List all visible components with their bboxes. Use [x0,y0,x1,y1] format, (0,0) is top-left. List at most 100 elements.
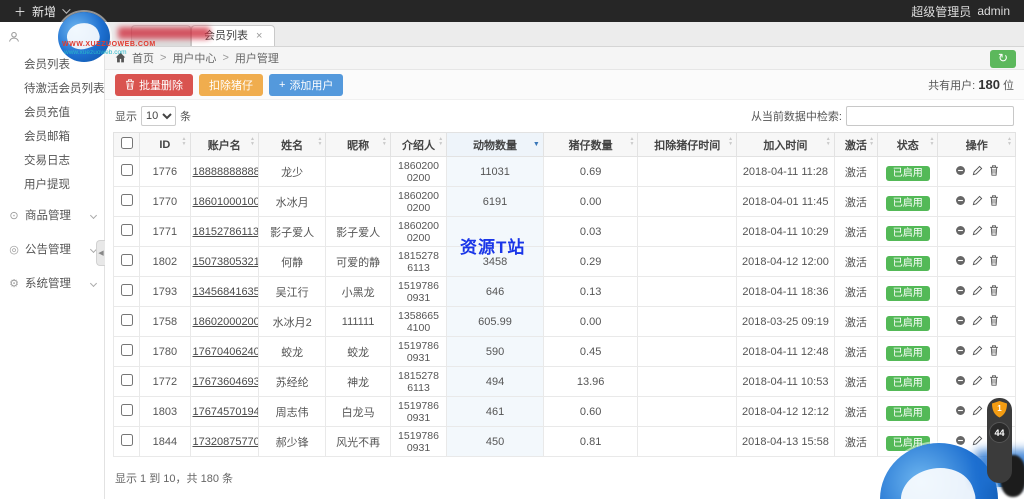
close-icon[interactable]: × [256,26,262,46]
row-checkbox[interactable] [121,224,133,236]
edit-user-icon[interactable] [972,315,983,329]
refresh-button[interactable]: ↻ [990,50,1016,68]
disable-user-icon[interactable] [955,375,966,389]
edit-user-icon[interactable] [972,255,983,269]
cell-animals: 3458 [447,247,544,277]
status-badge: 已启用 [886,406,930,421]
search-input[interactable] [846,106,1014,126]
col-header-nick[interactable]: 昵称▲▼ [326,133,390,157]
row-checkbox[interactable] [121,404,133,416]
col-header-piglets[interactable]: 猪仔数量▲▼ [543,133,638,157]
disable-user-icon[interactable] [955,285,966,299]
breadcrumb-user-center[interactable]: 用户中心 [172,50,216,66]
disable-user-icon[interactable] [955,255,966,269]
col-header-id[interactable]: ID▲▼ [140,133,190,157]
delete-user-icon[interactable] [989,345,999,359]
row-checkbox[interactable] [121,314,133,326]
disable-user-icon[interactable] [955,165,966,179]
sidebar-item-pending-members[interactable]: 待激活会员列表 [0,76,104,100]
sidebar-item-member-email[interactable]: 会员邮箱 [0,124,104,148]
cell-id: 1793 [140,277,190,307]
sidebar-collapse-handle[interactable]: ◀ [96,240,105,266]
col-header-name[interactable]: 姓名▲▼ [258,133,325,157]
col-header-deduct-time[interactable]: 扣除猪仔时间▲▼ [638,133,737,157]
account-link[interactable]: 17320875770 [193,436,259,448]
row-checkbox[interactable] [121,434,133,446]
col-header-account[interactable]: 账户名▲▼ [190,133,258,157]
browser-speed-widget[interactable]: 1 44 [987,398,1012,483]
sidebar-section-products[interactable]: ⊙ 商品管理 [0,200,104,230]
cell-piglets: 0.69 [543,157,638,187]
col-header-active[interactable]: 激活▲▼ [834,133,877,157]
row-checkbox[interactable] [121,344,133,356]
cell-deduct-time [638,397,737,427]
disable-user-icon[interactable] [955,315,966,329]
account-link[interactable]: 13456841635 [193,286,259,298]
page-size-select[interactable]: 10 [141,106,176,126]
tab-obscured[interactable] [131,25,191,46]
col-header-status[interactable]: 状态▲▼ [878,133,938,157]
cell-active: 激活 [834,337,877,367]
delete-user-icon[interactable] [989,165,999,179]
deduct-piglets-button[interactable]: 扣除猪仔 [199,74,263,96]
disable-user-icon[interactable] [955,435,966,449]
delete-user-icon[interactable] [989,195,999,209]
disable-user-icon[interactable] [955,225,966,239]
row-checkbox[interactable] [121,374,133,386]
sidebar-item-transaction-log[interactable]: 交易日志 [0,148,104,172]
sidebar-section-system[interactable]: ⚙ 系统管理 [0,268,104,298]
col-header-ops[interactable]: 操作▲▼ [938,133,1016,157]
edit-user-icon[interactable] [972,345,983,359]
breadcrumb-home[interactable]: 首页 [132,50,154,66]
sort-icon: ▲▼ [382,137,387,147]
col-header-animals[interactable]: 动物数量▼ [447,133,544,157]
batch-delete-button[interactable]: 批量删除 [115,74,193,96]
sort-icon: ▲▼ [317,137,322,147]
edit-user-icon[interactable] [972,435,983,449]
row-checkbox-cell [114,397,140,427]
cell-active: 激活 [834,247,877,277]
row-checkbox[interactable] [121,284,133,296]
account-link[interactable]: 18888888888 [193,166,259,178]
username-label[interactable]: admin [977,4,1010,18]
sidebar-item-member-list[interactable]: 会员列表 [0,52,104,76]
sidebar-item-user-withdraw[interactable]: 用户提现 [0,172,104,196]
delete-user-icon[interactable] [989,225,999,239]
add-user-button[interactable]: + 添加用户 [269,74,343,96]
topbar-add-menu[interactable]: ＋ 新增 [14,3,68,20]
row-checkbox[interactable] [121,254,133,266]
account-link[interactable]: 15073805321 [193,256,259,268]
col-header-join-time[interactable]: 加入时间▲▼ [737,133,835,157]
shield-count: 1 [992,404,1007,413]
disable-user-icon[interactable] [955,195,966,209]
edit-user-icon[interactable] [972,225,983,239]
delete-user-icon[interactable] [989,255,999,269]
edit-user-icon[interactable] [972,195,983,209]
edit-user-icon[interactable] [972,165,983,179]
account-link[interactable]: 17673604693 [193,376,259,388]
delete-user-icon[interactable] [989,375,999,389]
row-checkbox[interactable] [121,194,133,206]
account-link[interactable]: 18602000200 [193,316,259,328]
cell-name: 吴江行 [258,277,325,307]
edit-user-icon[interactable] [972,405,983,419]
table-header-row: ID▲▼ 账户名▲▼ 姓名▲▼ 昵称▲▼ 介绍人▲▼ 动物数量▼ 猪仔数量▲▼ … [114,133,1016,157]
account-link[interactable]: 17674570194 [193,406,259,418]
disable-user-icon[interactable] [955,345,966,359]
edit-user-icon[interactable] [972,375,983,389]
delete-user-icon[interactable] [989,285,999,299]
select-all-checkbox[interactable] [121,137,133,149]
edit-user-icon[interactable] [972,285,983,299]
col-header-introducer[interactable]: 介绍人▲▼ [390,133,446,157]
row-checkbox[interactable] [121,164,133,176]
disable-user-icon[interactable] [955,405,966,419]
account-link[interactable]: 17670406240 [193,346,259,358]
sidebar-member-section[interactable] [0,22,104,52]
sidebar-section-announcements[interactable]: ◎ 公告管理 [0,234,104,264]
delete-user-icon[interactable] [989,315,999,329]
prev-page-button[interactable]: 上一页 [934,466,987,490]
account-link[interactable]: 18152786113 [193,226,259,238]
tab-member-list[interactable]: 会员列表 × [191,25,275,46]
sidebar-item-member-recharge[interactable]: 会员充值 [0,100,104,124]
account-link[interactable]: 18601000100 [193,196,259,208]
